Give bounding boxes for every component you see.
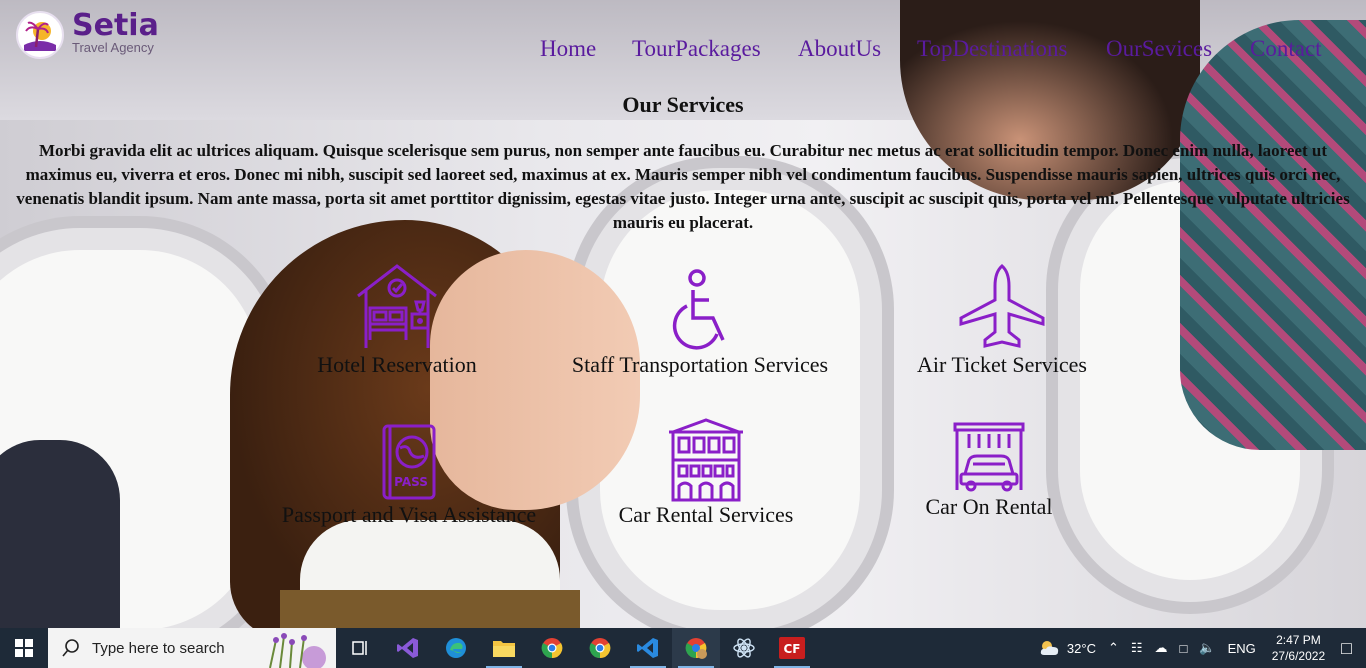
svg-text:CF: CF	[783, 642, 800, 656]
service-label: Hotel Reservation	[317, 352, 477, 377]
vscode-icon[interactable]	[624, 628, 672, 668]
section-title: Our Services	[622, 92, 744, 117]
svg-text:PASS: PASS	[394, 475, 428, 489]
nav-contact[interactable]: Contact	[1250, 35, 1322, 63]
volume-icon[interactable]: 🔈	[1199, 640, 1215, 656]
brand-tagline: Travel Agency	[72, 40, 154, 55]
service-car-on-rental[interactable]: Car On Rental	[912, 420, 1066, 520]
service-passport-visa[interactable]: PASS Passport and Visa Assistance	[262, 422, 556, 528]
main-nav: Home TourPackages AboutUs TopDestination…	[540, 35, 1340, 65]
brand-name: Setia	[72, 8, 159, 43]
visual-studio-icon[interactable]	[384, 628, 432, 668]
airplane-icon	[959, 264, 1045, 348]
windows-taskbar: Type here to search CF 32°C ⌃ ☷ ☁ □ 🔈 EN…	[0, 628, 1366, 668]
service-label: Passport and Visa Assistance	[281, 502, 537, 527]
hotel-bed-icon	[357, 264, 437, 348]
wheelchair-icon	[672, 269, 725, 350]
clock-date: 27/6/2022	[1271, 649, 1326, 663]
service-label: Car Rental Services	[618, 502, 794, 527]
start-button[interactable]	[0, 628, 48, 668]
system-tray: 32°C ⌃ ☷ ☁ □ 🔈 ENG 2:47 PM 27/6/2022 □	[1039, 628, 1366, 668]
search-placeholder: Type here to search	[92, 639, 225, 657]
building-icon	[669, 418, 743, 502]
lavender-highlight-icon	[269, 633, 326, 668]
service-car-rental[interactable]: Car Rental Services	[600, 418, 812, 528]
chrome-profile-icon[interactable]	[672, 628, 720, 668]
network-icon[interactable]: □	[1180, 641, 1188, 656]
cf-app-icon[interactable]: CF	[768, 628, 816, 668]
notifications-icon[interactable]: □	[1341, 638, 1352, 659]
meet-now-icon[interactable]: ☷	[1131, 640, 1143, 656]
chevron-up-icon[interactable]: ⌃	[1108, 640, 1119, 656]
service-hotel-reservation[interactable]: Hotel Reservation	[290, 262, 504, 378]
palm-tree-logo-icon	[16, 11, 64, 59]
passport-icon: PASS	[382, 424, 436, 500]
onedrive-cloud-icon[interactable]: ☁	[1155, 640, 1168, 656]
service-label: Air Ticket Services	[917, 352, 1087, 377]
service-air-ticket[interactable]: Air Ticket Services	[900, 262, 1104, 378]
search-icon	[62, 639, 79, 657]
service-label: Car On Rental	[925, 494, 1053, 519]
task-view-icon[interactable]	[336, 628, 384, 668]
clock[interactable]: 2:47 PM 27/6/2022	[1272, 632, 1325, 664]
section-intro: Morbi gravida elit ac ultrices aliquam. …	[16, 141, 1350, 232]
nav-home[interactable]: Home	[540, 35, 596, 63]
clock-time: 2:47 PM	[1276, 633, 1321, 647]
nav-top-destinations[interactable]: TopDestinations	[917, 35, 1067, 63]
car-wash-icon	[953, 422, 1025, 492]
service-label: Staff Transportation Services	[571, 352, 829, 377]
app-icon[interactable]	[720, 628, 768, 668]
file-explorer-icon[interactable]	[480, 628, 528, 668]
site-logo[interactable]: Setia Travel Agency	[16, 11, 159, 59]
language-indicator[interactable]: ENG	[1228, 641, 1256, 656]
chrome-icon[interactable]	[576, 628, 624, 668]
service-staff-transportation[interactable]: Staff Transportation Services	[552, 268, 848, 378]
taskbar-search-box[interactable]: Type here to search	[48, 628, 336, 668]
weather-temp[interactable]: 32°C	[1067, 641, 1096, 656]
windows-logo-icon	[15, 639, 33, 657]
nav-our-services[interactable]: OurSevices	[1106, 35, 1212, 63]
edge-icon[interactable]	[432, 628, 480, 668]
nav-about-us[interactable]: AboutUs	[798, 35, 881, 63]
nav-tour-packages[interactable]: TourPackages	[632, 35, 761, 63]
chrome-icon[interactable]	[528, 628, 576, 668]
weather-cloud-icon[interactable]	[1039, 640, 1061, 656]
